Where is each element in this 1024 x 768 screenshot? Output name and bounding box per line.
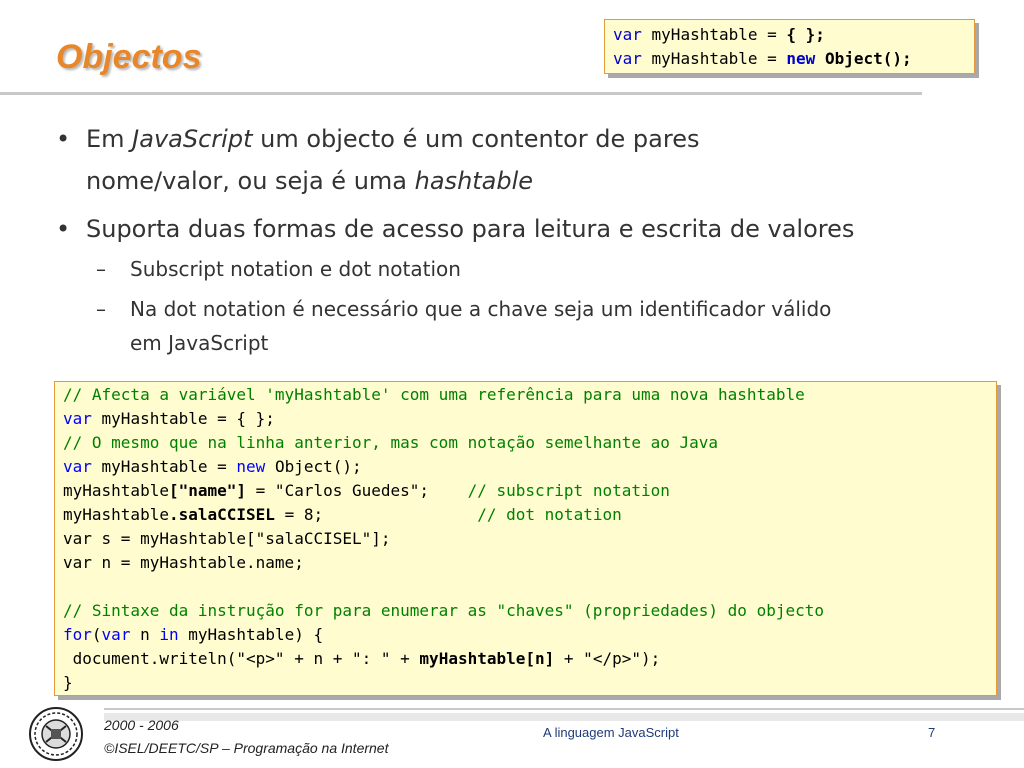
footer-organization: ©ISEL/DEETC/SP – Programação na Internet bbox=[104, 740, 389, 756]
code-text: = 8; bbox=[274, 505, 478, 524]
code-keyword: var bbox=[613, 49, 642, 68]
code-bold: myHashtable[n] bbox=[419, 649, 555, 668]
code-text: myHashtable = { }; bbox=[91, 409, 275, 428]
code-line: for(var n in myHashtable) { bbox=[63, 623, 996, 647]
sub-bullet-item: – Na dot notation é necessário que a cha… bbox=[56, 292, 986, 360]
code-keyword: in bbox=[159, 625, 179, 644]
code-text: myHashtable = bbox=[641, 25, 787, 44]
code-keyword: for bbox=[63, 625, 92, 644]
code-text: myHashtable) { bbox=[178, 625, 324, 644]
bullet-italic: hashtable bbox=[414, 167, 534, 195]
code-line: } bbox=[63, 673, 73, 692]
code-text: myHashtable bbox=[63, 505, 169, 524]
bullet-glyph: • bbox=[56, 215, 71, 243]
sub-bullet-text: Na dot notation é necessário que a chave… bbox=[130, 297, 832, 321]
code-comment: // O mesmo que na linha anterior, mas co… bbox=[63, 433, 719, 452]
bullet-text: nome/valor, ou seja é uma bbox=[86, 167, 415, 195]
code-text: ( bbox=[91, 625, 102, 644]
code-bold: Object(); bbox=[815, 49, 912, 68]
code-text: Object(); bbox=[265, 457, 362, 476]
code-keyword: new bbox=[236, 457, 266, 476]
sub-bullet-item: – Subscript notation e dot notation bbox=[56, 250, 986, 288]
bullet-text: um objecto é um contentor de pares bbox=[252, 125, 700, 153]
code-line: var s = myHashtable["salaCCISEL"]; bbox=[63, 529, 391, 548]
code-line: var myHashtable = { }; bbox=[63, 407, 996, 431]
code-keyword-new: new bbox=[786, 49, 816, 68]
code-keyword: var bbox=[63, 409, 92, 428]
code-text: + "</p>"); bbox=[554, 649, 661, 668]
code-keyword: var bbox=[63, 457, 92, 476]
bullet-item: • Em JavaScript um objecto é um contento… bbox=[56, 118, 986, 202]
code-text: myHashtable bbox=[63, 481, 169, 500]
bullet-italic: JavaScript bbox=[132, 125, 253, 153]
code-comment: // subscript notation bbox=[467, 481, 670, 500]
code-text: n bbox=[130, 625, 160, 644]
footer-divider-band bbox=[104, 713, 1024, 721]
code-line: myHashtable["name"] = "Carlos Guedes"; /… bbox=[63, 479, 996, 503]
code-comment: // Sintaxe da instrução for para enumera… bbox=[63, 601, 824, 620]
top-code-line: var myHashtable = new Object(); bbox=[613, 47, 974, 71]
slide-title: Objectos bbox=[56, 38, 202, 76]
bullet-text: Suporta duas formas de acesso para leitu… bbox=[86, 215, 855, 243]
top-code-box: var myHashtable = { }; var myHashtable =… bbox=[604, 19, 975, 74]
code-comment: // dot notation bbox=[477, 505, 622, 524]
code-keyword: var bbox=[613, 25, 642, 44]
code-keyword: var bbox=[101, 625, 131, 644]
code-line: var myHashtable = new Object(); bbox=[63, 455, 996, 479]
code-bold: .salaCCISEL bbox=[168, 505, 275, 524]
code-text: myHashtable = bbox=[91, 457, 237, 476]
code-bold: { }; bbox=[786, 25, 825, 44]
code-bold: ["name"] bbox=[168, 481, 247, 500]
code-line: var n = myHashtable.name; bbox=[63, 553, 304, 572]
bullet-text: Em bbox=[86, 125, 133, 153]
isel-logo-icon bbox=[28, 704, 84, 764]
title-divider bbox=[0, 92, 922, 95]
bullet-item: • Suporta duas formas de acesso para lei… bbox=[56, 208, 986, 250]
page-number: 7 bbox=[928, 725, 936, 740]
top-code-line: var myHashtable = { }; bbox=[613, 23, 974, 47]
code-comment: // Afecta a variável 'myHashtable' com u… bbox=[63, 385, 805, 404]
footer-divider bbox=[104, 708, 1024, 710]
code-text: = "Carlos Guedes"; bbox=[246, 481, 468, 500]
sub-bullet-text: em JavaScript bbox=[130, 331, 269, 355]
code-text: myHashtable = bbox=[641, 49, 787, 68]
sub-bullet-text: Subscript notation e dot notation bbox=[130, 257, 461, 281]
bullet-list: • Em JavaScript um objecto é um contento… bbox=[56, 118, 986, 360]
code-text: document.writeln("<p>" + n + ": " + bbox=[63, 649, 420, 668]
dash-glyph: – bbox=[96, 297, 106, 321]
main-code-box: // Afecta a variável 'myHashtable' com u… bbox=[54, 381, 997, 696]
dash-glyph: – bbox=[96, 257, 106, 281]
code-line: document.writeln("<p>" + n + ": " + myHa… bbox=[63, 647, 996, 671]
code-line: myHashtable.salaCCISEL = 8; // dot notat… bbox=[63, 503, 996, 527]
bullet-glyph: • bbox=[56, 125, 71, 153]
footer-year: 2000 - 2006 bbox=[104, 717, 179, 733]
footer-topic: A linguagem JavaScript bbox=[543, 725, 679, 740]
